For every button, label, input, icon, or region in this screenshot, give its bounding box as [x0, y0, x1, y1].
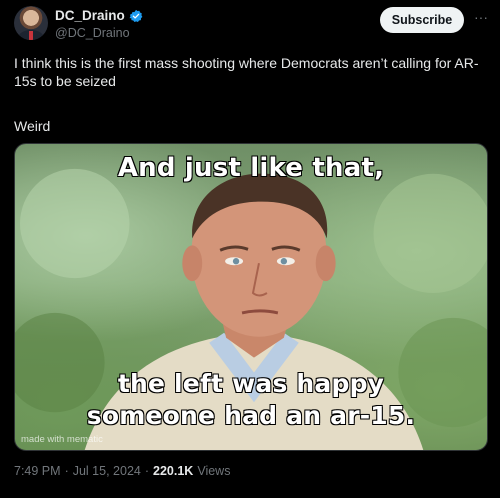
post-time[interactable]: 7:49 PM — [14, 464, 61, 478]
tweet-text-secondary: Weird — [14, 118, 51, 134]
post-date[interactable]: Jul 15, 2024 — [73, 464, 141, 478]
separator: · — [144, 464, 150, 478]
separator: · — [64, 464, 69, 478]
avatar[interactable] — [14, 6, 48, 40]
author-name-text[interactable]: DC_Draino — [55, 8, 125, 23]
verified-badge-icon — [129, 9, 143, 22]
tweet-metadata: 7:49 PM · Jul 15, 2024 · 220.1K Views — [14, 464, 230, 478]
meme-watermark: made with mematic — [21, 434, 103, 445]
author-handle[interactable]: @DC_Draino — [55, 26, 130, 40]
meme-caption-top: And just like that, — [117, 152, 385, 183]
subscribe-button[interactable]: Subscribe — [380, 7, 464, 33]
meme-image[interactable]: And just like that, the left was happy s… — [14, 143, 488, 451]
more-dots-icon[interactable]: ··· — [472, 9, 490, 25]
author-name[interactable]: DC_Draino — [55, 8, 143, 23]
tweet-text: I think this is the first mass shooting … — [14, 55, 479, 89]
tweet-post: DC_Draino @DC_Draino Subscribe ··· I thi… — [0, 0, 500, 498]
views-label: Views — [197, 464, 231, 478]
meme-caption-bottom-line-2: someone had an ar-15. — [86, 400, 416, 430]
avatar-tie — [29, 31, 33, 40]
meme-caption-bottom-line-1: the left was happy — [117, 368, 385, 398]
views-count[interactable]: 220.1K — [153, 464, 193, 478]
